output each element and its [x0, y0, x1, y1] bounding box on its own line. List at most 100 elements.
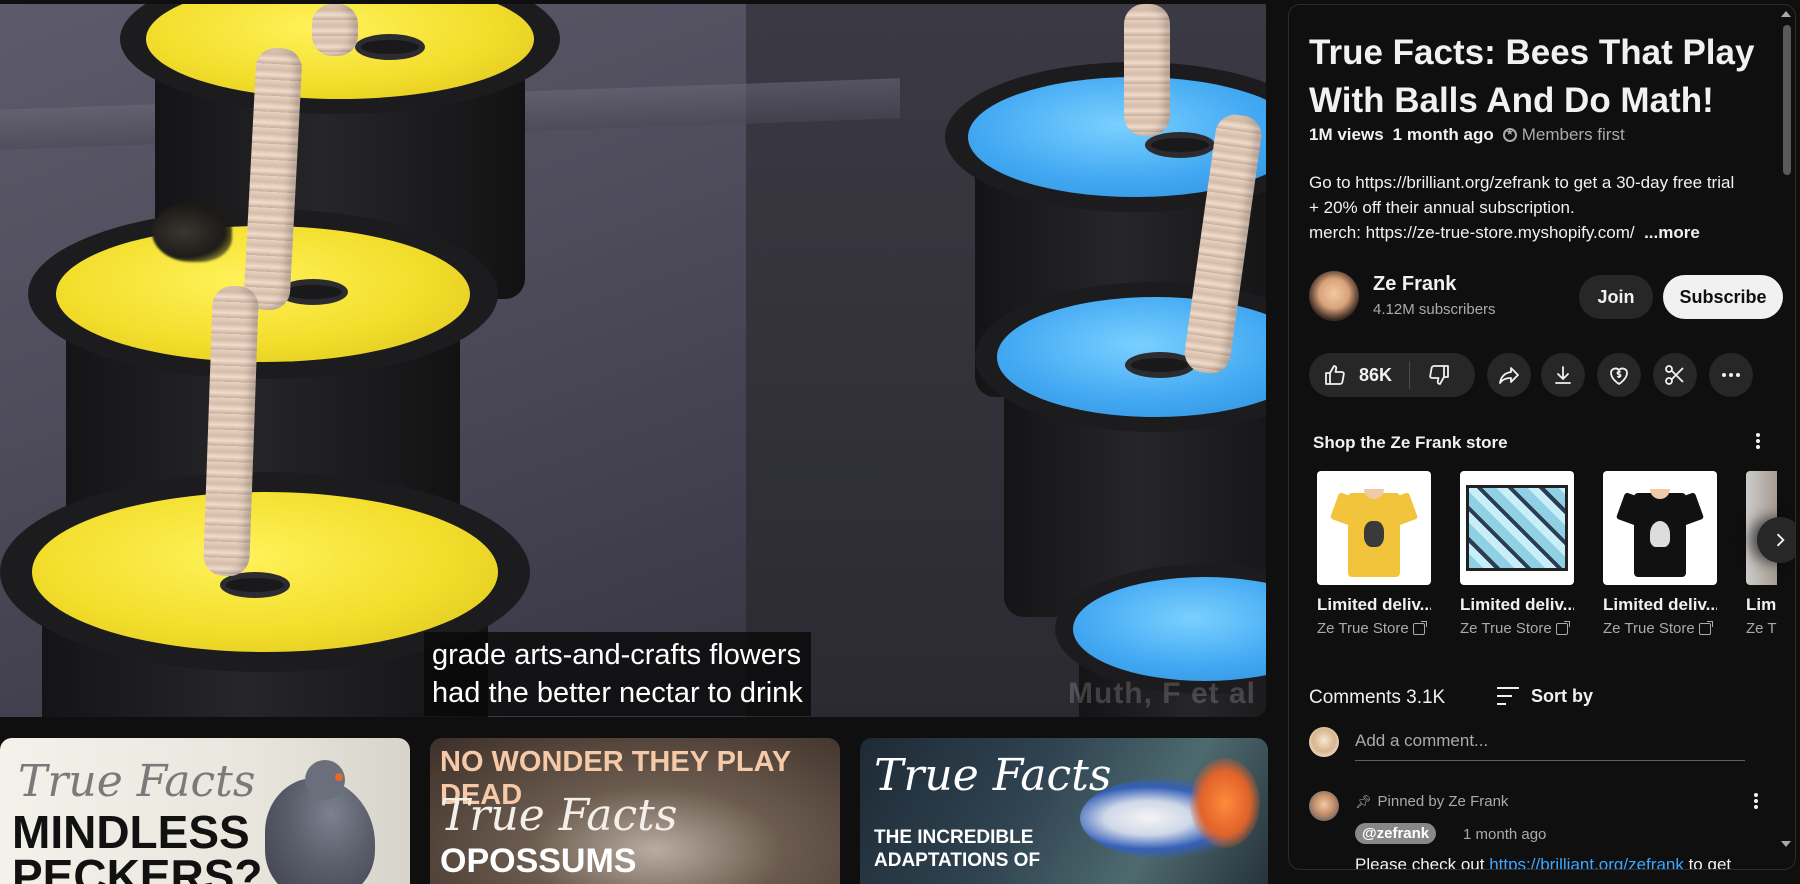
product-image [1460, 471, 1574, 585]
like-count: 86K [1359, 365, 1393, 385]
product-name: Limited deliv... [1460, 595, 1574, 614]
sort-label: Sort by [1531, 685, 1594, 706]
sort-icon [1497, 687, 1519, 705]
download-icon [1555, 366, 1571, 384]
pinned-by-text: Pinned by Ze Frank [1377, 793, 1509, 810]
external-link-icon [1698, 620, 1713, 635]
product-name: Limi [1746, 595, 1777, 614]
shop-menu-button[interactable] [1751, 431, 1765, 453]
channel-row: Ze Frank 4.12M subscribers Join Subscrib… [1309, 269, 1783, 325]
thumbnail-script-title: True Facts [874, 750, 1112, 801]
product-name: Limited deliv... [1317, 595, 1431, 614]
caption-line: had the better nectar to drink [432, 677, 803, 709]
dislike-button[interactable] [1427, 363, 1451, 392]
video-caption: grade arts-and-crafts flowers had the be… [424, 632, 811, 716]
product-carousel: Limited deliv... Ze True Store Limited d… [1317, 471, 1777, 651]
external-link-icon [1555, 620, 1570, 635]
product-image [1317, 471, 1431, 585]
like-dislike-group: 86K [1309, 353, 1475, 397]
comment-text-suffix: to get [1683, 855, 1732, 870]
video-info-panel: True Facts: Bees That Play With Balls An… [1288, 4, 1796, 870]
comment-time[interactable]: 1 month ago [1463, 826, 1546, 843]
thumbnail-script-title: True Facts [440, 790, 678, 841]
add-comment-row: Add a comment... [1309, 725, 1779, 765]
description-line: + 20% off their annual subscription. [1309, 198, 1575, 217]
clip-button[interactable] [1653, 353, 1697, 397]
scroll-down-arrow[interactable] [1781, 841, 1791, 847]
comment-link[interactable]: https://brilliant.org/zefrank [1489, 855, 1684, 869]
view-count: 1M views [1309, 125, 1384, 144]
external-link-icon [1412, 620, 1427, 635]
download-button[interactable] [1541, 353, 1585, 397]
members-icon [1502, 127, 1517, 142]
comment-text: Please check out https://brilliant.org/z… [1355, 855, 1732, 870]
video-description[interactable]: Go to https://brilliant.org/zefrank to g… [1309, 170, 1769, 245]
video-watermark: Muth, F et al [1068, 677, 1256, 710]
store-name: Ze T [1746, 620, 1777, 637]
store-name: Ze True Store [1317, 620, 1409, 637]
product-store: Ze T [1746, 620, 1777, 637]
product-name: Limited deliv... [1603, 595, 1717, 614]
like-button[interactable] [1323, 363, 1347, 392]
comments-count: Comments 3.1K [1309, 687, 1446, 708]
recommended-video-thumbnail[interactable]: NO WONDER THEY PLAY DEAD True Facts OPOS… [430, 738, 840, 884]
share-icon [1499, 367, 1519, 384]
puzzle-image [1466, 485, 1568, 571]
members-label: Members first [1521, 125, 1625, 144]
video-player[interactable]: grade arts-and-crafts flowers had the be… [0, 4, 1266, 717]
thumbnail-headline-line: ADAPTATIONS OF [874, 850, 1041, 871]
video-meta: 1M views 1 month ago Members first [1309, 125, 1625, 145]
black-tshirt-image [1615, 483, 1705, 577]
shop-section-title: Shop the Ze Frank store [1313, 433, 1508, 452]
sort-comments-button[interactable]: Sort by [1495, 685, 1593, 707]
caption-line: grade arts-and-crafts flowers [432, 639, 802, 671]
add-comment-input[interactable]: Add a comment... [1355, 731, 1745, 761]
thumbnail-headline: THE INCREDIBLE ADAPTATIONS OF [874, 826, 1040, 872]
members-first-badge: Members first [1502, 125, 1625, 145]
store-name: Ze True Store [1460, 620, 1552, 637]
commenter-avatar[interactable] [1309, 791, 1339, 821]
recommended-video-thumbnail[interactable]: True Facts MINDLESS PECKERS? [0, 738, 410, 884]
share-button[interactable] [1487, 353, 1531, 397]
more-actions-button[interactable] [1709, 353, 1753, 397]
scroll-up-arrow[interactable] [1781, 11, 1791, 17]
subscriber-count: 4.12M subscribers [1373, 301, 1496, 318]
join-button[interactable]: Join [1579, 275, 1653, 319]
store-name: Ze True Store [1603, 620, 1695, 637]
yellow-tshirt-image [1329, 483, 1419, 577]
heart-dollar-icon [1610, 367, 1628, 385]
channel-avatar[interactable] [1309, 271, 1359, 321]
pipe-cleaner [312, 4, 358, 56]
shrimp-image [1190, 758, 1260, 848]
product-card[interactable]: Limited deliv... Ze True Store [1603, 471, 1717, 637]
comment-menu-button[interactable] [1749, 791, 1763, 813]
comment-text-prefix: Please check out [1355, 855, 1490, 870]
upload-age: 1 month ago [1392, 125, 1494, 144]
channel-name[interactable]: Ze Frank [1373, 273, 1456, 296]
subscribe-button[interactable]: Subscribe [1663, 275, 1783, 319]
bee [152, 202, 232, 262]
pigeon-image [265, 760, 375, 884]
product-store: Ze True Store [1317, 620, 1431, 637]
more-horizontal-icon [1722, 373, 1740, 377]
action-bar: 86K [1309, 353, 1779, 397]
product-image [1603, 471, 1717, 585]
thumbnail-headline: OPOSSUMS [440, 842, 637, 880]
chevron-right-icon [1776, 533, 1785, 547]
product-card[interactable]: Limited deliv... Ze True Store [1460, 471, 1574, 637]
product-card[interactable]: Limited deliv... Ze True Store [1317, 471, 1431, 637]
recommended-video-thumbnail[interactable]: True Facts THE INCREDIBLE ADAPTATIONS OF [860, 738, 1268, 884]
like-divider [1409, 361, 1410, 389]
commenter-handle[interactable]: @zefrank [1355, 823, 1437, 844]
page: grade arts-and-crafts flowers had the be… [0, 0, 1800, 884]
show-more-link[interactable]: ...more [1644, 223, 1700, 242]
thumbs-up-icon [1325, 365, 1345, 385]
pinned-label: 📌︎ Pinned by Ze Frank [1355, 793, 1508, 810]
thumbnail-script-title: True Facts [18, 756, 256, 807]
product-store: Ze True Store [1603, 620, 1717, 637]
carousel-next-button[interactable] [1757, 517, 1795, 563]
panel-scrollbar[interactable] [1783, 25, 1791, 175]
user-avatar [1309, 727, 1339, 757]
thanks-button[interactable] [1597, 353, 1641, 397]
thumbnail-headline: MINDLESS PECKERS? [12, 806, 263, 884]
